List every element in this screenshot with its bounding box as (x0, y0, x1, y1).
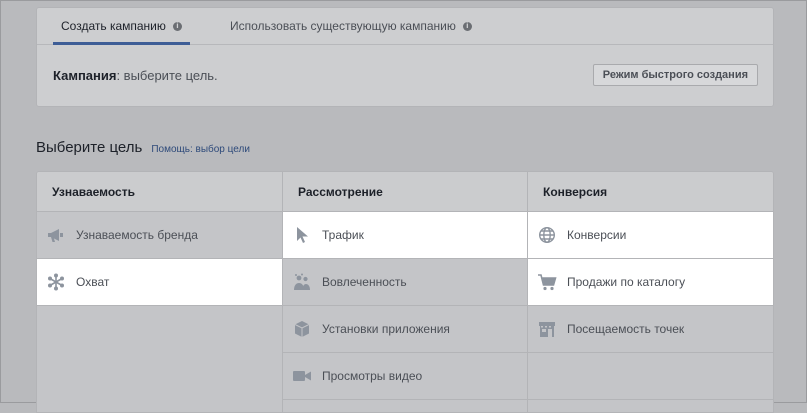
objective-catalog-sales[interactable]: Продажи по каталогу (528, 259, 773, 306)
column-header: Рассмотрение (283, 172, 528, 212)
objective-label: Просмотры видео (322, 369, 423, 383)
objective-traffic[interactable]: Трафик (283, 212, 528, 259)
objective-label: Узнаваемость бренда (76, 228, 198, 242)
info-icon[interactable]: i (462, 21, 472, 31)
objective-label: Установки приложения (322, 322, 450, 336)
column-header: Узнаваемость (37, 172, 282, 212)
column-conversion: Конверсия Конверсии Продажи по каталогу … (527, 172, 773, 412)
campaign-panel: Создать кампанию i Использовать существу… (36, 7, 774, 107)
tab-create-campaign[interactable]: Создать кампанию i (53, 8, 190, 45)
objective-label: Охват (76, 275, 110, 289)
objective-title: Выберите цель (36, 139, 143, 156)
column-awareness: Узнаваемость Узнаваемость бренда Охват (37, 172, 282, 412)
info-icon[interactable]: i (172, 21, 182, 31)
objective-video-views[interactable]: Просмотры видео (283, 353, 528, 400)
objective-brand-awareness[interactable]: Узнаваемость бренда (37, 212, 282, 259)
active-tab-underline (53, 42, 190, 45)
objective-engagement[interactable]: Вовлеченность (283, 259, 528, 306)
empty-cell (528, 353, 773, 400)
objective-store-visits[interactable]: Посещаемость точек (528, 306, 773, 353)
tab-create-campaign-label: Создать кампанию (61, 19, 166, 33)
objective-conversions[interactable]: Конверсии (528, 212, 773, 259)
objective-label: Посещаемость точек (567, 322, 685, 336)
objective-label: Конверсии (567, 228, 627, 242)
campaign-text: : выберите цель. (116, 68, 218, 83)
globe-icon (537, 225, 557, 245)
reach-burst-icon (46, 272, 66, 292)
box-icon (292, 319, 312, 339)
help-link[interactable]: Помощь: выбор цели (151, 144, 250, 155)
campaign-label: Кампания (53, 68, 117, 83)
column-consideration: Рассмотрение Трафик Вовлеченность Устано… (282, 172, 528, 412)
cart-icon (537, 272, 557, 292)
video-camera-icon (292, 366, 312, 386)
cursor-icon (292, 225, 312, 245)
column-header: Конверсия (528, 172, 773, 212)
quick-create-button[interactable]: Режим быстрого создания (592, 64, 758, 86)
people-icon (292, 272, 312, 292)
campaign-status: Кампания: выберите цель. (53, 68, 218, 83)
objective-label: Продажи по каталогу (567, 275, 686, 289)
objective-label: Трафик (322, 228, 364, 242)
campaign-tabs: Создать кампанию i Использовать существу… (37, 8, 773, 45)
objective-reach[interactable]: Охват (37, 259, 282, 306)
tab-use-existing-campaign[interactable]: Использовать существующую кампанию i (230, 8, 472, 44)
objective-label: Вовлеченность (322, 275, 407, 289)
store-icon (537, 319, 557, 339)
objective-heading: Выберите цель Помощь: выбор цели (36, 139, 250, 156)
megaphone-icon (46, 225, 66, 245)
objective-app-installs[interactable]: Установки приложения (283, 306, 528, 353)
objectives-grid: Узнаваемость Узнаваемость бренда Охват Р… (36, 171, 774, 413)
tab-use-existing-label: Использовать существующую кампанию (230, 19, 456, 33)
